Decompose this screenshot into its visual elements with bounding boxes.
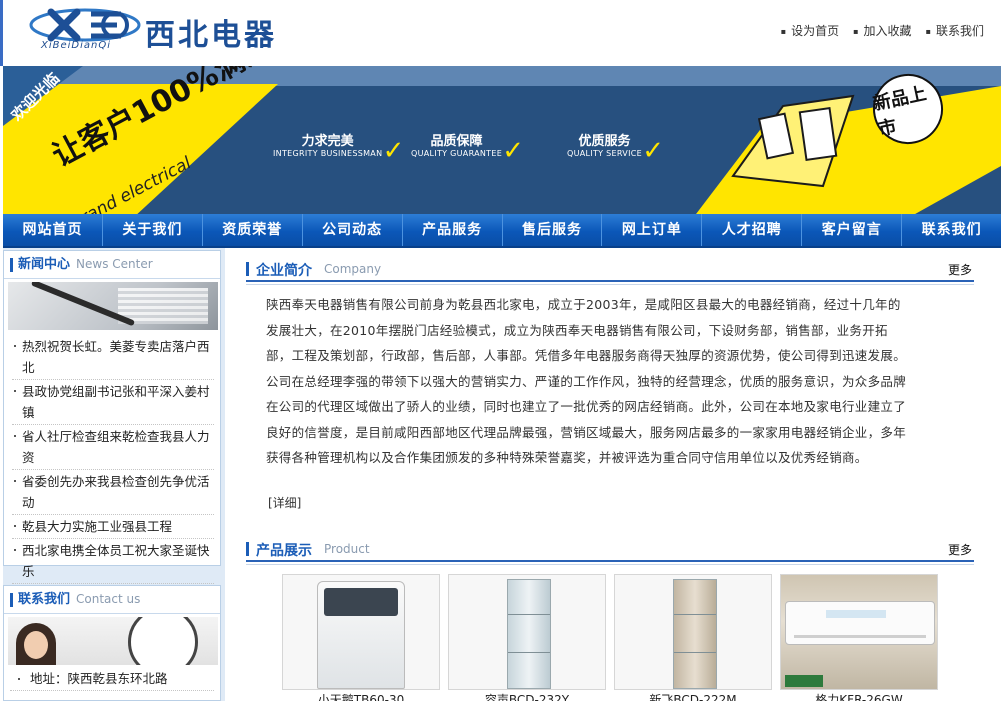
logo-subtitle: XiBeiDianQi: [41, 40, 112, 51]
product-card[interactable]: 小天鹅TB60-30: [282, 574, 440, 701]
site-header: XiBeiDianQi 西北电器 设为首页 加入收藏 联系我们: [0, 0, 1002, 66]
news-item[interactable]: 西北家电携全体员工祝大家圣诞快乐: [12, 539, 214, 584]
news-panel: 新闻中心 News Center 热烈祝贺长虹。美菱专卖店落户西北 县政协党组副书…: [3, 250, 221, 584]
check-icon: ✓: [502, 136, 525, 166]
nav-jobs[interactable]: 人才招聘: [702, 214, 803, 246]
product-image[interactable]: [282, 574, 440, 690]
contact-title: 联系我们: [18, 592, 71, 607]
add-favorite-link[interactable]: 加入收藏: [853, 22, 912, 39]
contact-title-en: Contact us: [76, 592, 141, 606]
check-icon: ✓: [642, 136, 664, 166]
refrigerator-icon: [673, 579, 717, 689]
news-list: 热烈祝贺长虹。美菱专卖店落户西北 县政协党组副书记张和平深入姜村镇 省人社厅检查…: [4, 333, 220, 586]
clock-icon: [128, 617, 198, 665]
product-image[interactable]: [614, 574, 772, 690]
news-item[interactable]: 省委创先办来我县检查创先争优活动: [12, 470, 214, 515]
product-image[interactable]: [448, 574, 606, 690]
product-name[interactable]: 新飞BCD-222M: [614, 691, 772, 701]
air-conditioner-icon: [785, 601, 935, 645]
news-item[interactable]: 热烈祝贺长虹。美菱专卖店落户西北: [12, 335, 214, 380]
contact-us-link[interactable]: 联系我们: [926, 22, 984, 39]
products-section-header: 产品展示 Product 更多: [246, 538, 974, 565]
product-card[interactable]: 容声BCD-232Y: [448, 574, 606, 701]
logo-icon[interactable]: [29, 8, 141, 42]
product-name[interactable]: 容声BCD-232Y: [448, 691, 606, 701]
set-homepage-link[interactable]: 设为首页: [781, 22, 839, 39]
feature-service: 优质服务 QUALITY SERVICE ✓: [567, 134, 664, 166]
brand-logo-icon: [785, 675, 823, 687]
news-item[interactable]: 县政协党组副书记张和平深入姜村镇: [12, 380, 214, 425]
news-title: 新闻中心: [18, 257, 71, 272]
contact-panel: 联系我们 Contact us 地址：陕西乾县东环北路: [3, 585, 221, 701]
logo-text[interactable]: 西北电器: [145, 10, 277, 54]
nav-orders[interactable]: 网上订单: [602, 214, 703, 246]
nav-news[interactable]: 公司动态: [303, 214, 403, 246]
product-name[interactable]: 格力KFR-26GW: [780, 691, 938, 701]
product-gallery: 小天鹅TB60-30 容声BCD-232Y 新飞BCD-222M 格力KFR-2…: [282, 574, 944, 701]
intro-section-header: 企业简介 Company 更多: [246, 258, 974, 285]
hero-banner: 欢迎光临 让客户100%满意 Brand electrical 力求完美 INT…: [3, 66, 1001, 218]
intro-title: 企业简介: [256, 263, 312, 279]
news-item[interactable]: 乾县大力实施工业强县工程: [12, 515, 214, 539]
contact-image: [8, 617, 218, 665]
nav-about[interactable]: 关于我们: [103, 214, 203, 246]
main-nav: 网站首页 关于我们 资质荣誉 公司动态 产品服务 售后服务 网上订单 人才招聘 …: [3, 214, 1001, 248]
contact-panel-header: 联系我们 Contact us: [4, 586, 220, 614]
products-title: 产品展示: [256, 543, 312, 559]
nav-contact[interactable]: 联系我们: [902, 214, 1001, 246]
intro-title-en: Company: [324, 262, 382, 276]
intro-more-link[interactable]: 更多: [948, 261, 972, 278]
refrigerator-icon: [507, 579, 551, 689]
news-title-en: News Center: [76, 257, 153, 271]
nav-aftersales[interactable]: 售后服务: [503, 214, 603, 246]
nav-honors[interactable]: 资质荣誉: [203, 214, 303, 246]
feature-perfection: 力求完美 INTEGRITY BUSINESSMAN ✓: [273, 134, 405, 166]
news-panel-header: 新闻中心 News Center: [4, 251, 220, 279]
nav-home[interactable]: 网站首页: [3, 214, 103, 246]
top-links: 设为首页 加入收藏 联系我们: [781, 22, 984, 39]
news-image: [8, 282, 218, 330]
feature-quality: 品质保障 QUALITY GUARANTEE ✓: [411, 134, 525, 166]
products-title-en: Product: [324, 542, 370, 556]
nav-products[interactable]: 产品服务: [403, 214, 503, 246]
product-name[interactable]: 小天鹅TB60-30: [282, 691, 440, 701]
check-icon: ✓: [382, 136, 405, 166]
company-intro-text: 陕西奉天电器销售有限公司前身为乾县西北家电，成立于2003年，是咸阳区县最大的电…: [266, 297, 907, 465]
nav-messages[interactable]: 客户留言: [802, 214, 903, 246]
products-more-link[interactable]: 更多: [948, 541, 972, 558]
intro-detail-link[interactable]: [详细]: [268, 494, 301, 511]
product-card[interactable]: 格力KFR-26GW: [780, 574, 938, 701]
news-item[interactable]: 省人社厅检查组来乾检查我县人力资: [12, 425, 214, 470]
product-card[interactable]: 新飞BCD-222M: [614, 574, 772, 701]
washing-machine-icon: [317, 581, 405, 689]
contact-address: 地址：陕西乾县东环北路: [10, 668, 214, 691]
product-image[interactable]: [780, 574, 938, 690]
